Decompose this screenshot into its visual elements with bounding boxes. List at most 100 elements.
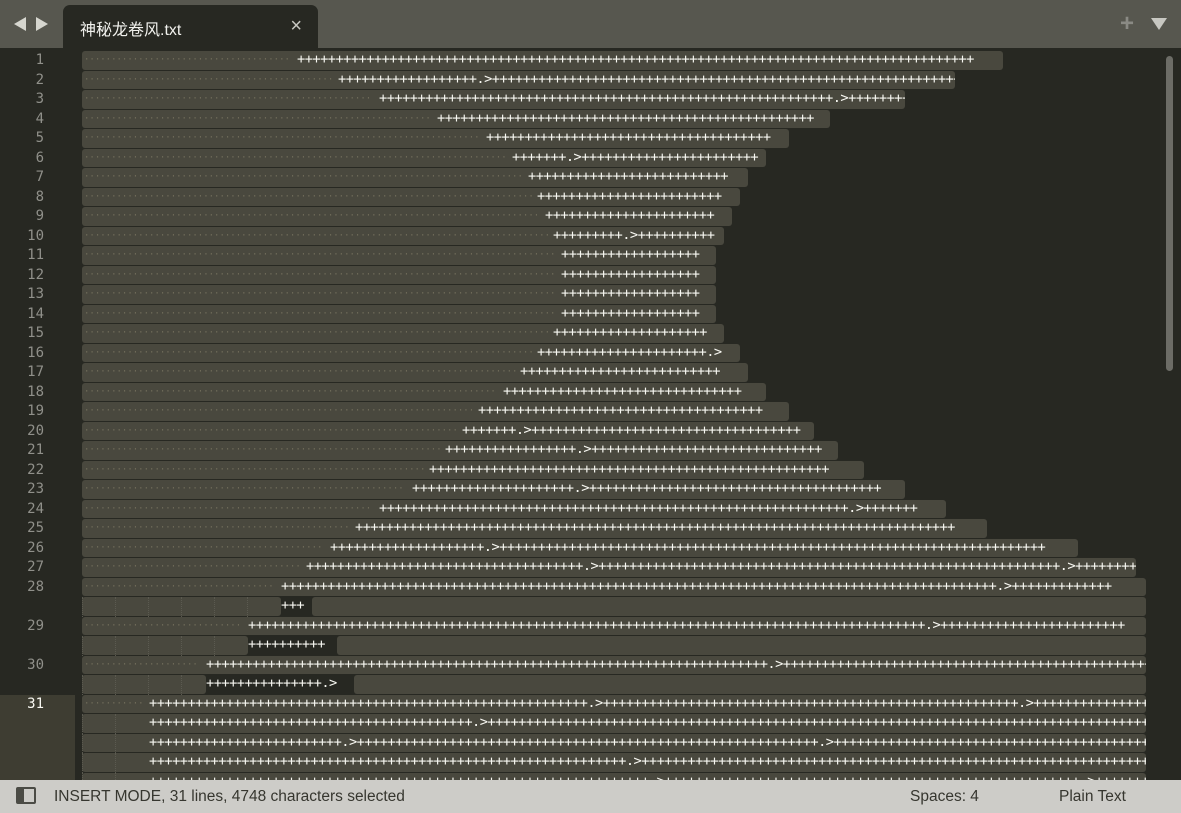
tab-bar: 神秘龙卷风.txt × +	[0, 0, 1181, 48]
indent-guide	[181, 636, 182, 656]
close-tab-icon[interactable]: ×	[290, 15, 302, 38]
code-line-text: ++++++++++++++++++	[561, 285, 700, 301]
whitespace-markers: ········································…	[84, 94, 372, 104]
whitespace-markers: ········································…	[84, 328, 549, 338]
selection-highlight	[312, 597, 1146, 616]
code-line-text: +++++++.>+++++++++++++++++++++++	[512, 148, 759, 165]
indent-guide	[115, 714, 116, 734]
tab-title: 神秘龙卷风.txt	[80, 22, 182, 39]
whitespace-markers: ········································…	[84, 503, 372, 514]
file-tab[interactable]: 神秘龙卷风.txt ×	[63, 5, 318, 48]
indent-guide	[115, 753, 116, 773]
whitespace-markers: ······································	[84, 55, 290, 65]
code-line-text: +++++++++.>++++++++++	[553, 226, 715, 243]
whitespace-markers: ········································…	[84, 230, 549, 241]
whitespace-markers: ········································…	[84, 542, 323, 553]
indent-guide	[181, 675, 182, 695]
whitespace-markers: ········································…	[84, 445, 441, 455]
code-line-text: ++++++++++++++++++++++++++++++++++++++++…	[149, 694, 1146, 711]
editor-pane[interactable]: 1 2 3 4 5 6 7 8 9 10 11 12 13 14 15 16 17 18 19 20 21 22 23 24 2…	[0, 48, 1181, 780]
whitespace-markers: ········································…	[84, 367, 516, 377]
code-line-text: ++++++++++++++++++++	[553, 324, 707, 340]
whitespace-markers: ········································…	[84, 74, 334, 85]
code-line-text: ++++++++++++++++++++++++++++++++++++++++…	[379, 499, 918, 516]
whitespace-markers: ········································…	[84, 191, 533, 202]
code-line-text: ++++++++++++++++++++++++++++++++++++++++…	[281, 577, 1112, 594]
indentation-setting[interactable]: Spaces: 4	[910, 788, 979, 806]
indent-guide	[82, 675, 83, 695]
indent-guide	[115, 733, 116, 753]
vertical-scrollbar[interactable]	[1164, 56, 1175, 774]
indent-guide	[82, 597, 83, 617]
whitespace-markers: ···········	[84, 698, 144, 709]
code-line-text: ++++++++++++++++++++++++++++++++++++++++…	[429, 460, 829, 477]
indent-guide	[82, 733, 83, 753]
whitespace-markers: ········································…	[84, 250, 556, 260]
code-line-text: ++++++++++++++++++++++.>	[537, 343, 722, 360]
code-line-text: ++++++++++++++++++++++++++++++++++++++++…	[206, 655, 1146, 672]
code-line-text: ++++++++++++++++++++++++++++++++++++++++…	[149, 753, 1146, 769]
syntax-selector[interactable]: Plain Text	[1059, 788, 1126, 806]
code-line-text: ++++++++++++++++++++++++	[537, 187, 722, 204]
code-line-text: ++++++++++++++++++	[561, 246, 700, 262]
whitespace-markers: ········································…	[84, 484, 404, 494]
whitespace-markers: ········································…	[84, 133, 480, 143]
code-line-text: ++++++++++	[248, 636, 325, 652]
indent-guide	[115, 597, 116, 617]
code-line-text: ++++++++++++++++++++++	[545, 207, 715, 223]
whitespace-markers: ········································…	[84, 347, 533, 358]
tab-list-dropdown-icon[interactable]	[1151, 18, 1167, 30]
whitespace-markers: ········································…	[84, 152, 507, 163]
indent-guide	[181, 597, 182, 617]
code-line-text: ++++++++++++++++++	[561, 304, 700, 321]
indent-guide	[115, 772, 116, 780]
whitespace-markers: ········································…	[84, 523, 350, 533]
code-line-text: +++++++++++++++++++++++++++++++	[503, 382, 742, 399]
whitespace-markers: ········································…	[84, 308, 556, 319]
code-line-text: ++++++++++++++++++++.>++++++++++++++++++…	[330, 538, 1046, 555]
code-line-text: +++++++++++++++++++++++++++++++++++++	[478, 402, 763, 418]
selection-highlight	[82, 636, 248, 655]
indent-guide	[82, 753, 83, 773]
indent-guide	[115, 636, 116, 656]
new-tab-plus-icon[interactable]: +	[1120, 11, 1134, 37]
code-line-text: ++++++++++++++++++++++++++	[520, 363, 721, 379]
code-line-text: ++++++++++++++++++++++++++++++++++++++++…	[297, 51, 974, 67]
code-line-text: +++++++++++++++++++++.>+++++++++++++++++…	[412, 480, 882, 496]
code-area[interactable]: ······································ ++…	[0, 48, 1160, 780]
whitespace-markers: ········································…	[84, 406, 474, 416]
whitespace-markers: ········································…	[84, 386, 496, 397]
code-line-text: ++++++++++++++++++	[561, 265, 700, 282]
forward-arrow-icon[interactable]	[36, 17, 48, 31]
indent-guide	[82, 772, 83, 780]
back-arrow-icon[interactable]	[14, 17, 26, 31]
selection-highlight	[337, 636, 1146, 655]
code-line-text: +++++++++++++++++++++++++++++++++++++	[486, 129, 771, 145]
whitespace-markers: ·····················	[84, 659, 198, 670]
whitespace-markers: ···································	[84, 581, 274, 592]
whitespace-markers: ········································…	[84, 211, 540, 221]
status-bar: INSERT MODE, 31 lines, 4748 characters s…	[0, 780, 1181, 813]
code-line-text: ++++++++++++++++++++++++++++++++++++++++…	[355, 519, 955, 535]
code-line-text: ++++++++++++++++++++++++++++++++++++++++…	[248, 616, 1125, 633]
code-line-text: +++	[281, 597, 305, 613]
selection-highlight	[354, 675, 1146, 694]
whitespace-markers: ········································…	[84, 425, 458, 436]
code-line-text: ++++++++++++++++++++++++++++++++++++++++…	[149, 714, 1146, 730]
code-line-text: ++++++++++++++++++++++++++++++++++++++++…	[437, 109, 814, 126]
code-line-text: ++++++++++++++++++++++++++	[528, 168, 729, 184]
whitespace-markers: ·····························	[84, 620, 242, 631]
code-line-text: ++++++++++++++++++++++++++++++++++++++++…	[149, 772, 1146, 781]
whitespace-markers: ········································	[84, 562, 301, 572]
indent-guide	[148, 675, 149, 695]
whitespace-markers: ········································…	[84, 172, 523, 182]
code-line-text: +++++++.>+++++++++++++++++++++++++++++++…	[462, 421, 801, 438]
whitespace-markers: ········································…	[84, 464, 425, 475]
indent-guide	[115, 675, 116, 695]
sidebar-toggle-icon[interactable]	[16, 787, 36, 804]
code-line-text: ++++++++++++++++++.>++++++++++++++++++++…	[338, 70, 955, 87]
indent-guide	[148, 597, 149, 617]
indent-guide	[82, 636, 83, 656]
indent-guide	[82, 714, 83, 734]
scrollbar-thumb[interactable]	[1166, 56, 1173, 371]
